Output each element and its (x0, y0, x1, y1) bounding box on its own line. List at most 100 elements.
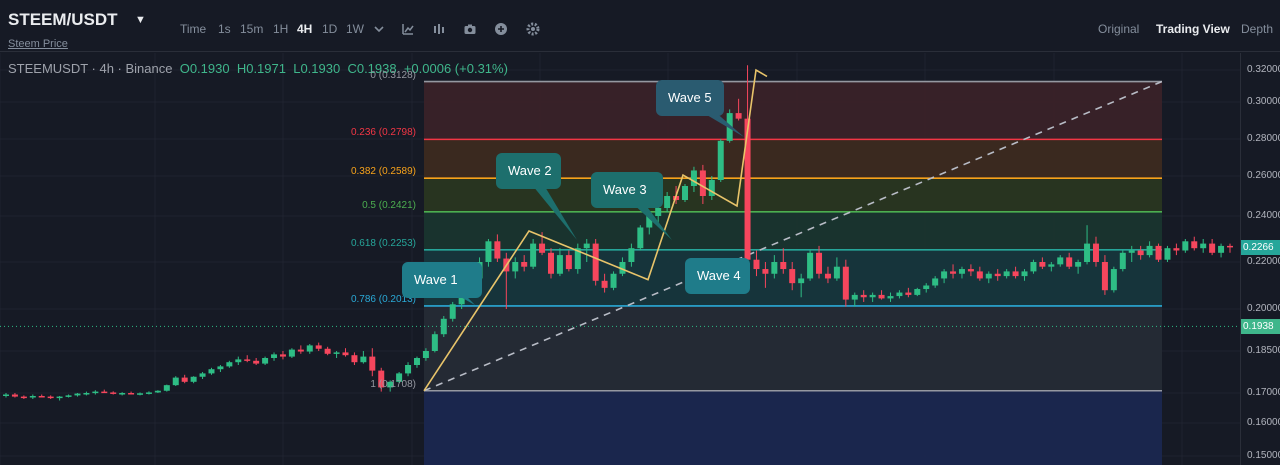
candle-body (128, 393, 135, 395)
candle-body (324, 348, 331, 354)
camera-icon[interactable] (463, 22, 477, 36)
candle-body (1048, 264, 1055, 267)
pair-title[interactable]: STEEM/USDT (8, 10, 118, 30)
candle-body (226, 362, 233, 367)
candle-body (38, 396, 45, 398)
candle (1218, 243, 1225, 258)
candle (47, 395, 54, 399)
candle-body (592, 243, 599, 281)
fib-zone (424, 305, 1162, 391)
fib-label: 0.382 (0.2589) (350, 166, 416, 178)
candle-body (83, 393, 90, 395)
price-axis[interactable]: 0.32000 0.30000 0.28000 0.26000 0.24000 0.220… (1240, 53, 1280, 465)
dropdown-caret-icon[interactable] (372, 22, 386, 36)
fib-label: 0.786 (0.2013) (350, 293, 416, 305)
candle-body (1173, 248, 1180, 251)
timeframe-15m[interactable]: 15m (240, 22, 263, 36)
y-tick: 0.15000 (1247, 450, 1280, 461)
candle-body (360, 356, 367, 363)
steem-price-link[interactable]: Steem Price (8, 38, 68, 50)
timeframe-1w[interactable]: 1W (346, 22, 364, 36)
chart-style-icon[interactable] (432, 22, 446, 36)
candle-body (842, 266, 849, 300)
candle-body (92, 391, 99, 394)
candle (56, 396, 63, 401)
candle (74, 393, 81, 397)
candle-body (29, 396, 36, 398)
candle-body (181, 377, 188, 382)
timeframe-4h[interactable]: 4H (297, 22, 312, 36)
plus-circle-icon[interactable] (494, 22, 508, 36)
timeframe-time[interactable]: Time (180, 22, 206, 36)
candle (1119, 250, 1126, 272)
candle (413, 356, 420, 368)
legend-symbol: STEEMUSDT · 4h · Binance (8, 61, 173, 76)
y-tick: 0.28000 (1247, 133, 1280, 144)
candle (262, 356, 269, 365)
view-depth[interactable]: Depth (1241, 22, 1273, 36)
indicator-icon[interactable] (401, 22, 415, 36)
candle-body (3, 394, 9, 396)
fib-label: 0 (0.3128) (370, 69, 416, 81)
timeframe-1h[interactable]: 1H (273, 22, 288, 36)
price-chart[interactable] (0, 53, 1240, 465)
y-tick: 0.26000 (1247, 170, 1280, 181)
caret-down-icon[interactable]: ▼ (135, 14, 146, 26)
candle (449, 301, 456, 322)
candle (20, 395, 27, 399)
wave-label[interactable]: Wave 3 (591, 172, 663, 208)
candle-body (682, 186, 689, 200)
candle-body (896, 292, 903, 297)
wave-label[interactable]: Wave 5 (656, 80, 724, 116)
candle (1164, 245, 1171, 262)
candle-body (333, 352, 340, 354)
wave-label[interactable]: Wave 1 (402, 262, 482, 298)
wave-label[interactable]: Wave 4 (685, 258, 750, 294)
candle (1200, 239, 1207, 253)
legend-high: H0.1971 (236, 61, 286, 76)
candle-body (923, 285, 930, 290)
candle (110, 391, 117, 395)
candle-body (119, 393, 126, 395)
candle (226, 360, 233, 368)
candle-body (878, 294, 885, 299)
candle (637, 225, 644, 251)
candle-body (413, 358, 420, 365)
gear-icon[interactable] (526, 22, 540, 36)
candle (1173, 243, 1180, 256)
candle-body (110, 392, 117, 394)
timeframe-1d[interactable]: 1D (322, 22, 337, 36)
timeframe-1s[interactable]: 1s (218, 22, 231, 36)
view-trading-view[interactable]: Trading View (1156, 22, 1230, 36)
view-original[interactable]: Original (1098, 22, 1139, 36)
candle (297, 345, 304, 354)
candle (306, 344, 313, 354)
fib-label: 1 (0.1708) (370, 378, 416, 390)
candle-body (932, 278, 939, 286)
candle-body (1227, 245, 1233, 248)
candle-body (217, 366, 224, 370)
candle (1155, 243, 1162, 262)
candle-body (315, 345, 322, 349)
candle-body (1218, 245, 1225, 253)
candle-body (985, 273, 992, 279)
candle-body (422, 351, 429, 358)
candle (181, 374, 188, 384)
candle-body (967, 269, 974, 272)
y-tick: 0.17000 (1247, 387, 1280, 398)
candle-body (1128, 250, 1135, 253)
candle-body (833, 266, 840, 279)
candle-body (1182, 241, 1189, 251)
fib-label: 0.618 (0.2253) (350, 237, 416, 249)
candle (717, 139, 724, 182)
candle-body (762, 269, 769, 274)
candle-body (306, 345, 313, 352)
candle (342, 348, 349, 357)
candle (431, 331, 438, 353)
candle-body (699, 170, 706, 196)
candle (288, 348, 295, 358)
wave-label[interactable]: Wave 2 (496, 153, 561, 189)
candle-body (914, 289, 921, 295)
candle-body (288, 349, 295, 357)
y-tick: 0.18500 (1247, 345, 1280, 356)
